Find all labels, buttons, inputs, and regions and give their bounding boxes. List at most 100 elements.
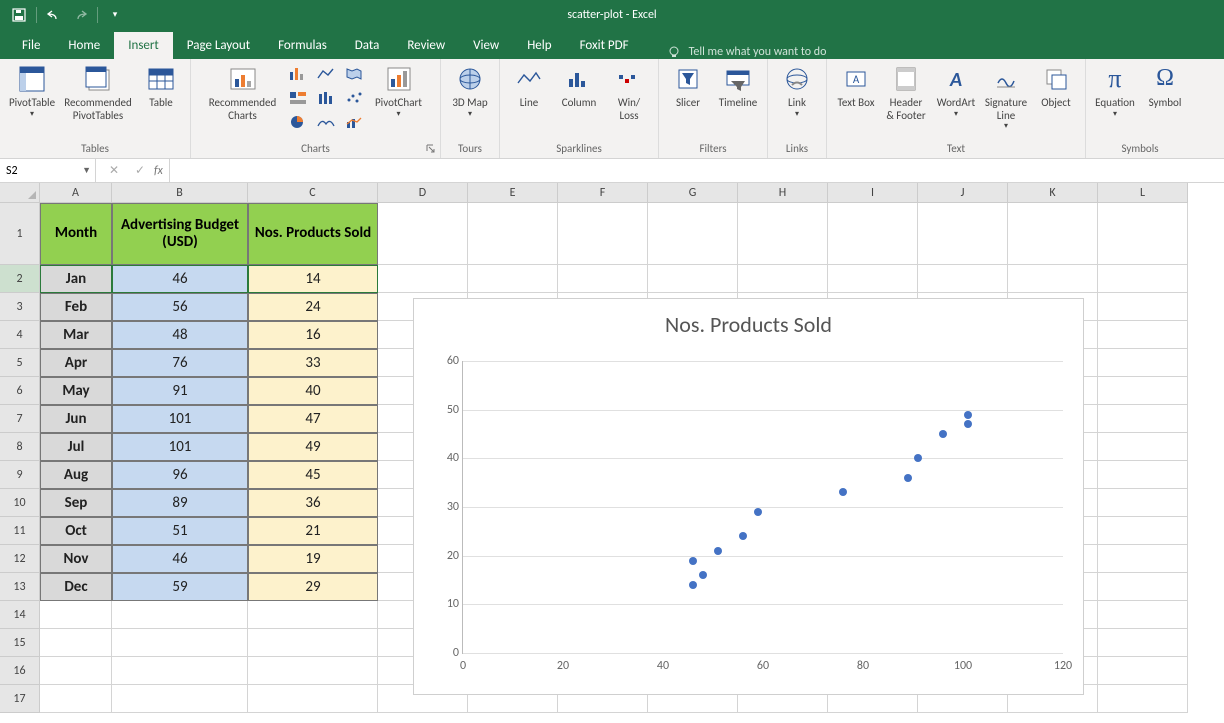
- cell[interactable]: [1098, 685, 1188, 713]
- cell[interactable]: 91: [112, 377, 248, 405]
- chevron-down-icon[interactable]: ▼: [82, 165, 91, 176]
- column-header[interactable]: B: [112, 183, 248, 203]
- tab-pagelayout[interactable]: Page Layout: [173, 32, 264, 59]
- cell[interactable]: Dec: [40, 573, 112, 601]
- select-all-corner[interactable]: [0, 183, 40, 203]
- insert-pie-chart[interactable]: [285, 111, 311, 133]
- column-header[interactable]: H: [738, 183, 828, 203]
- row-header[interactable]: 8: [0, 433, 40, 461]
- column-header[interactable]: L: [1098, 183, 1188, 203]
- cell[interactable]: May: [40, 377, 112, 405]
- cell[interactable]: [112, 657, 248, 685]
- insert-statistic-chart[interactable]: [313, 87, 339, 109]
- cell[interactable]: Feb: [40, 293, 112, 321]
- slicer-button[interactable]: Slicer: [667, 63, 709, 110]
- cell[interactable]: [1098, 461, 1188, 489]
- cell[interactable]: [1098, 377, 1188, 405]
- cell[interactable]: 45: [248, 461, 378, 489]
- cell[interactable]: 101: [112, 433, 248, 461]
- cell[interactable]: 46: [112, 545, 248, 573]
- signatureline-button[interactable]: Signature Line▾: [985, 63, 1027, 131]
- cell[interactable]: Jan: [40, 265, 112, 293]
- column-header[interactable]: A: [40, 183, 112, 203]
- insert-column-chart[interactable]: [285, 63, 311, 85]
- row-header[interactable]: 2: [0, 265, 40, 293]
- enter-formula-button[interactable]: ✓: [128, 162, 152, 180]
- tab-data[interactable]: Data: [341, 32, 394, 59]
- pivottable-button[interactable]: PivotTable▾: [8, 63, 56, 119]
- table-header-cell[interactable]: Month: [40, 203, 112, 265]
- data-point[interactable]: [939, 430, 947, 438]
- tab-review[interactable]: Review: [393, 32, 459, 59]
- redo-button[interactable]: [69, 4, 91, 26]
- data-point[interactable]: [904, 474, 912, 482]
- worksheet[interactable]: ABCDEFGHIJKL 1MonthAdvertising Budget (U…: [0, 183, 1224, 713]
- cell[interactable]: [648, 265, 738, 293]
- row-header[interactable]: 16: [0, 657, 40, 685]
- insert-surface-chart[interactable]: [313, 111, 339, 133]
- chart-title[interactable]: Nos. Products Sold: [414, 311, 1083, 338]
- cell[interactable]: Sep: [40, 489, 112, 517]
- headerfooter-button[interactable]: Header & Footer: [885, 63, 927, 122]
- cell[interactable]: [40, 657, 112, 685]
- cell[interactable]: Jul: [40, 433, 112, 461]
- column-header[interactable]: K: [1008, 183, 1098, 203]
- data-point[interactable]: [964, 411, 972, 419]
- cell[interactable]: 51: [112, 517, 248, 545]
- cell[interactable]: [1008, 265, 1098, 293]
- symbol-button[interactable]: ΩSymbol: [1144, 63, 1186, 110]
- data-point[interactable]: [689, 557, 697, 565]
- table-button[interactable]: Table: [140, 63, 182, 110]
- cell[interactable]: Jun: [40, 405, 112, 433]
- column-header[interactable]: F: [558, 183, 648, 203]
- insert-function-button[interactable]: fx: [154, 164, 163, 178]
- cell[interactable]: 40: [248, 377, 378, 405]
- row-header[interactable]: 15: [0, 629, 40, 657]
- insert-combo-chart[interactable]: [341, 111, 367, 133]
- sparkline-line-button[interactable]: Line: [508, 63, 550, 110]
- row-header[interactable]: 7: [0, 405, 40, 433]
- row-header[interactable]: 14: [0, 601, 40, 629]
- cell[interactable]: [1098, 629, 1188, 657]
- link-button[interactable]: Link▾: [776, 63, 818, 119]
- data-point[interactable]: [914, 454, 922, 462]
- cell[interactable]: [558, 265, 648, 293]
- cell[interactable]: [1098, 433, 1188, 461]
- cell[interactable]: Apr: [40, 349, 112, 377]
- cell[interactable]: 46: [112, 265, 248, 293]
- insert-hierarchy-chart[interactable]: [285, 87, 311, 109]
- cell[interactable]: [248, 685, 378, 713]
- insert-map-chart[interactable]: [341, 63, 367, 85]
- cell[interactable]: [558, 203, 648, 265]
- table-header-cell[interactable]: Nos. Products Sold: [248, 203, 378, 265]
- recommended-pivottables-button[interactable]: Recommended PivotTables: [64, 63, 132, 122]
- cell[interactable]: 24: [248, 293, 378, 321]
- cell[interactable]: 76: [112, 349, 248, 377]
- wordart-button[interactable]: AWordArt▾: [935, 63, 977, 119]
- cell[interactable]: [738, 265, 828, 293]
- cell[interactable]: [112, 685, 248, 713]
- object-button[interactable]: Object: [1035, 63, 1077, 110]
- cell[interactable]: [1098, 265, 1188, 293]
- tab-home[interactable]: Home: [54, 32, 114, 59]
- cell[interactable]: [918, 203, 1008, 265]
- data-point[interactable]: [754, 508, 762, 516]
- row-header[interactable]: 13: [0, 573, 40, 601]
- data-point[interactable]: [714, 547, 722, 555]
- column-header[interactable]: G: [648, 183, 738, 203]
- embedded-chart[interactable]: Nos. Products Sold 010203040506002040608…: [413, 298, 1084, 695]
- timeline-button[interactable]: Timeline: [717, 63, 759, 110]
- cell[interactable]: [1098, 545, 1188, 573]
- cell[interactable]: [248, 629, 378, 657]
- sparkline-winloss-button[interactable]: Win/ Loss: [608, 63, 650, 122]
- textbox-button[interactable]: AText Box: [835, 63, 877, 110]
- row-header[interactable]: 6: [0, 377, 40, 405]
- cell[interactable]: [40, 629, 112, 657]
- cell[interactable]: 14: [248, 265, 378, 293]
- row-header[interactable]: 1: [0, 203, 40, 265]
- insert-line-chart[interactable]: [313, 63, 339, 85]
- cell[interactable]: [248, 601, 378, 629]
- cell[interactable]: [40, 685, 112, 713]
- cell[interactable]: [1098, 405, 1188, 433]
- cell[interactable]: [112, 601, 248, 629]
